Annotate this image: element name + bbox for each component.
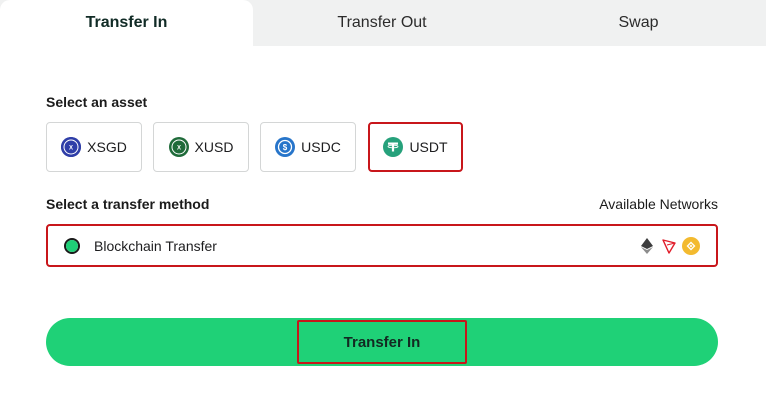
asset-label-usdc: USDC [301, 139, 341, 155]
xusd-coin-icon: X [168, 137, 189, 157]
usdt-coin-icon [383, 137, 404, 157]
svg-text:X: X [177, 146, 181, 152]
asset-label-xusd: XUSD [194, 139, 234, 155]
svg-text:$: $ [283, 143, 288, 152]
asset-option-usdc[interactable]: $ USDC [260, 122, 356, 172]
usdc-coin-icon: $ [275, 137, 296, 157]
available-networks-label: Available Networks [599, 196, 718, 212]
asset-section-label: Select an asset [46, 94, 148, 110]
transfer-in-button[interactable]: Transfer In [46, 318, 718, 366]
blockchain-transfer-option[interactable]: Blockchain Transfer [46, 224, 718, 267]
asset-option-usdt[interactable]: USDT [368, 122, 463, 172]
ethereum-icon [638, 237, 656, 255]
tab-bar: Transfer In Transfer Out Swap [0, 0, 766, 46]
bnb-chain-icon [682, 236, 700, 255]
asset-option-xsgd[interactable]: X XSGD [46, 122, 142, 172]
radio-selected[interactable] [64, 237, 80, 254]
network-icons [638, 236, 700, 255]
xsgd-coin-icon: X [61, 137, 82, 157]
transfer-in-button-label: Transfer In [297, 320, 467, 364]
svg-text:X: X [69, 146, 73, 152]
tab-transfer-in[interactable]: Transfer In [0, 0, 253, 46]
tron-icon [660, 237, 678, 255]
method-label: Blockchain Transfer [94, 237, 217, 254]
asset-label-xsgd: XSGD [87, 139, 127, 155]
radio-dot [66, 239, 78, 252]
tab-swap[interactable]: Swap [511, 0, 766, 46]
asset-option-xusd[interactable]: X XUSD [153, 122, 249, 172]
asset-label-usdt: USDT [409, 139, 448, 155]
tab-transfer-out[interactable]: Transfer Out [253, 0, 511, 46]
method-section-label: Select a transfer method [46, 196, 210, 212]
